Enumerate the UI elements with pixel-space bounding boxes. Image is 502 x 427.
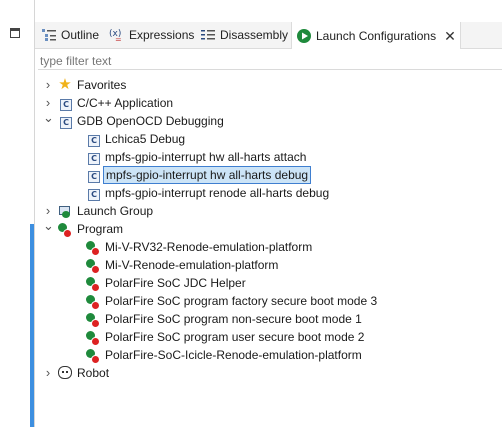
tab-outline[interactable]: Outline: [41, 22, 99, 48]
program-icon: [85, 313, 100, 328]
tab-label: Disassembly: [220, 28, 289, 42]
left-panel-strip: [0, 0, 35, 427]
tree-item[interactable]: C Lchica5 Debug: [35, 130, 502, 148]
tree-item[interactable]: › ★ Favorites: [35, 76, 502, 94]
view-tab-bar: Outline (x) = Expressions Disassembly Lau…: [35, 22, 502, 49]
chevron-down-icon[interactable]: ⌄: [43, 111, 54, 130]
tree-item-label: Robot: [77, 366, 110, 380]
launch-config-icon: [296, 28, 312, 44]
c-config-icon: C: [88, 135, 100, 147]
launch-group-icon: [57, 205, 71, 219]
disassembly-icon: [200, 27, 216, 43]
tree-item-label: Launch Group: [77, 204, 154, 218]
tree-item[interactable]: PolarFire SoC program non-secure boot mo…: [35, 310, 502, 328]
c-config-icon: C: [88, 171, 100, 183]
filter-input[interactable]: [38, 52, 502, 70]
maximize-icon[interactable]: [10, 28, 20, 38]
tree-item-label: Mi-V-RV32-Renode-emulation-platform: [105, 240, 313, 254]
chevron-right-icon[interactable]: ›: [43, 76, 53, 94]
close-icon[interactable]: ✕: [444, 29, 456, 43]
tree-item[interactable]: › C C/C++ Application: [35, 94, 502, 112]
c-config-icon: C: [88, 153, 100, 165]
tree-item-label: Mi-V-Renode-emulation-platform: [105, 258, 279, 272]
tree-item[interactable]: ⌄ Program: [35, 219, 502, 238]
tree-item-label: PolarFire SoC JDC Helper: [105, 276, 246, 290]
program-icon: [85, 259, 100, 274]
c-config-icon: C: [60, 117, 72, 129]
c-config-icon: C: [60, 99, 72, 111]
tree-item-label: PolarFire SoC program user secure boot m…: [105, 330, 365, 344]
tree-item[interactable]: Cmpfs-gpio-interrupt hw all-harts debug: [35, 166, 502, 184]
program-icon: [85, 241, 100, 256]
tree-item-label: Program: [77, 222, 124, 236]
star-icon: ★: [58, 76, 72, 93]
svg-text:=: =: [115, 35, 122, 43]
chevron-down-icon[interactable]: ⌄: [43, 219, 54, 238]
tab-label: Launch Configurations: [316, 28, 437, 43]
tab-launch-configurations[interactable]: Launch Configurations ✕: [291, 22, 461, 49]
tree-item-label: Favorites: [77, 78, 127, 92]
program-icon: [85, 349, 100, 364]
tab-label: Outline: [61, 28, 100, 42]
tab-disassembly[interactable]: Disassembly: [200, 22, 288, 48]
tree-item-label: PolarFire-SoC-Icicle-Renode-emulation-pl…: [105, 348, 362, 362]
program-icon: [85, 295, 100, 310]
tree-item[interactable]: ⌄ C GDB OpenOCD Debugging: [35, 111, 502, 130]
tree-item-label: mpfs-gpio-interrupt renode all-harts deb…: [105, 186, 330, 200]
tree-item-label: mpfs-gpio-interrupt hw all-harts debug: [103, 166, 312, 184]
expressions-icon: (x) =: [109, 27, 125, 44]
tab-expressions[interactable]: (x) = Expressions: [109, 22, 194, 48]
program-icon: [57, 223, 72, 238]
tree-item[interactable]: › Launch Group: [35, 202, 502, 220]
tree-item-label: PolarFire SoC program non-secure boot mo…: [105, 312, 362, 326]
tree-item[interactable]: Mi-V-RV32-Renode-emulation-platform: [35, 238, 502, 256]
tree-item[interactable]: PolarFire-SoC-Icicle-Renode-emulation-pl…: [35, 346, 502, 364]
program-icon: [85, 331, 100, 346]
tree-item-label: PolarFire SoC program factory secure boo…: [105, 294, 378, 308]
tree-item[interactable]: PolarFire SoC program user secure boot m…: [35, 328, 502, 346]
tree-item[interactable]: Cmpfs-gpio-interrupt hw all-harts attach: [35, 148, 502, 166]
tree-item[interactable]: PolarFire SoC program factory secure boo…: [35, 292, 502, 310]
tree-item-label: Lchica5 Debug: [105, 132, 186, 146]
outline-icon: [41, 27, 57, 43]
tree-item[interactable]: › Robot: [35, 364, 502, 382]
tree-item-label: mpfs-gpio-interrupt hw all-harts attach: [105, 150, 307, 164]
chevron-right-icon[interactable]: ›: [43, 364, 53, 382]
robot-icon: [58, 366, 72, 379]
tree-item[interactable]: PolarFire SoC JDC Helper: [35, 274, 502, 292]
tree-item[interactable]: Mi-V-Renode-emulation-platform: [35, 256, 502, 274]
launch-config-tree[interactable]: › ★ Favorites › C C/C++ Application ⌄ C GDB Open…: [35, 76, 502, 427]
tree-item-label: C/C++ Application: [77, 96, 174, 110]
tree-item[interactable]: Cmpfs-gpio-interrupt renode all-harts de…: [35, 184, 502, 202]
program-icon: [85, 277, 100, 292]
tree-item-label: GDB OpenOCD Debugging: [77, 114, 224, 128]
c-config-icon: C: [88, 189, 100, 201]
tab-label: Expressions: [129, 28, 195, 42]
